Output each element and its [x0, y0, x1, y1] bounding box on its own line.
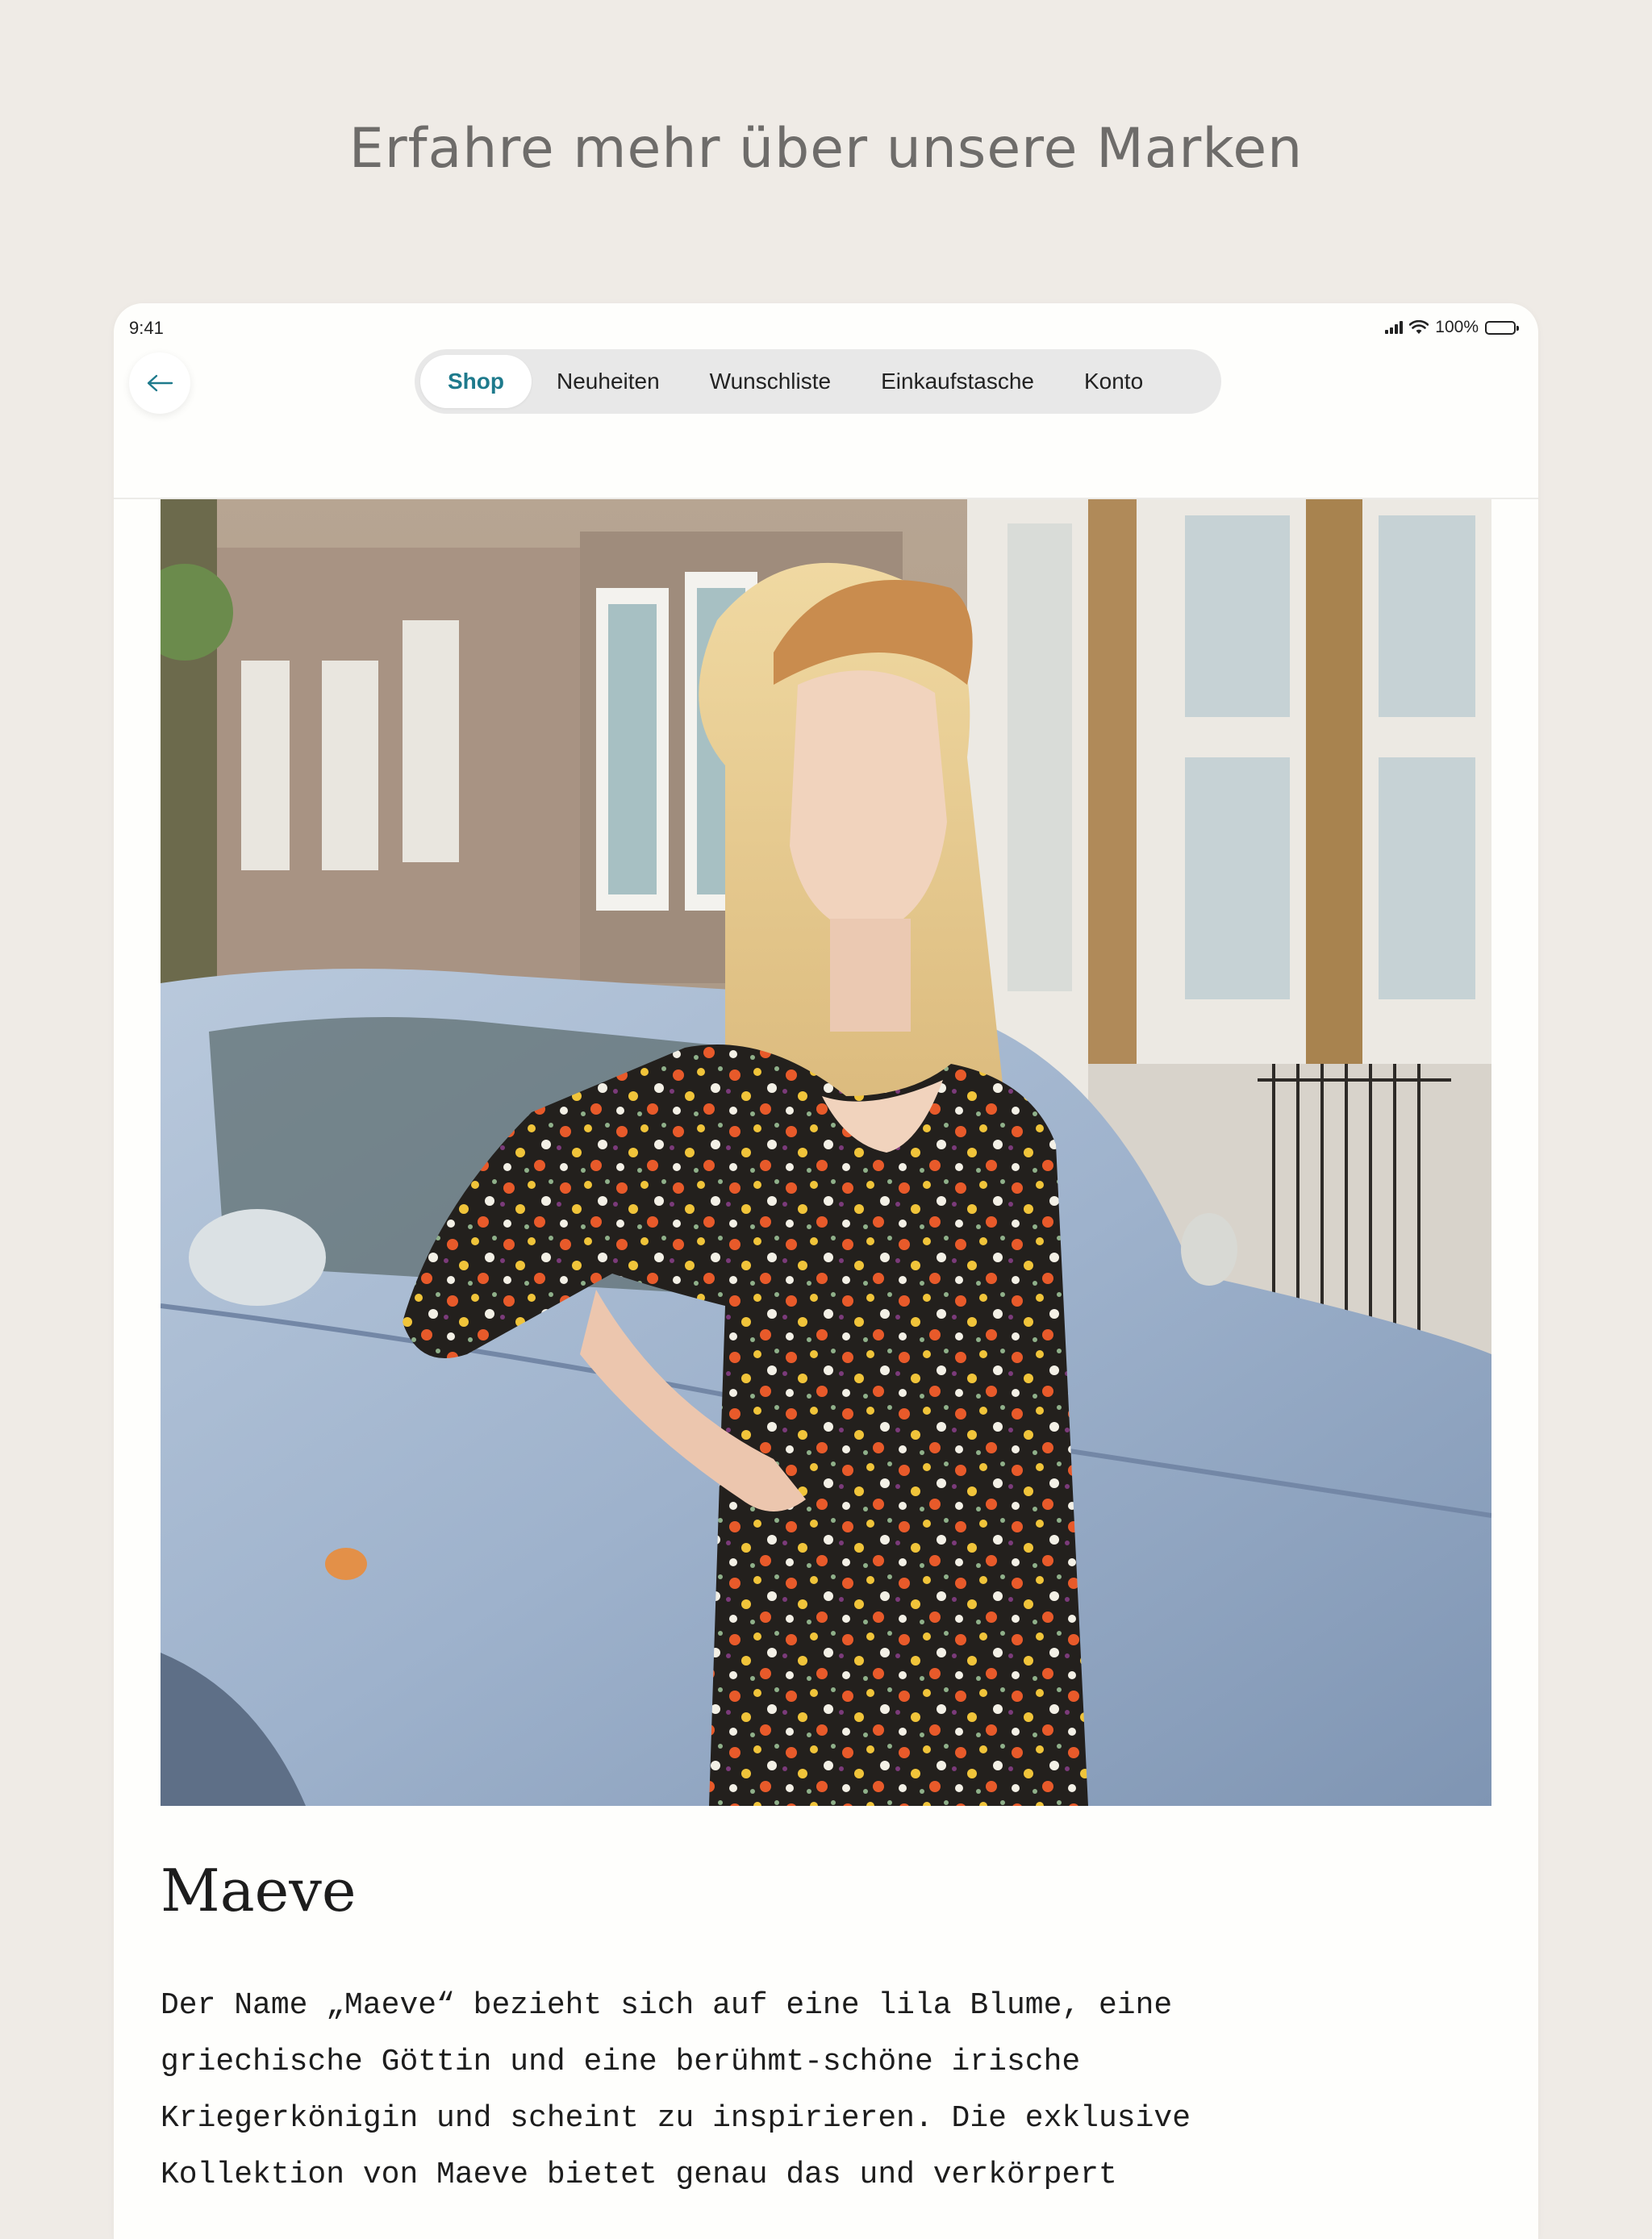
brand-title: Maeve	[161, 1857, 357, 1924]
page-headline: Erfahre mehr über unsere Marken	[348, 117, 1304, 181]
tab-konto[interactable]: Konto	[1059, 355, 1168, 408]
wifi-icon	[1409, 320, 1429, 334]
brand-hero-image	[161, 499, 1491, 1806]
tab-einkaufstasche[interactable]: Einkaufstasche	[856, 355, 1059, 408]
tab-shop[interactable]: Shop	[420, 355, 532, 408]
brand-description: Der Name „Maeve“ bezieht sich auf eine l…	[161, 1988, 1191, 2192]
cellular-signal-icon	[1385, 321, 1404, 334]
tablet-screen: 9:41 100% Shop Neuheiten Wunschliste Ein…	[114, 303, 1538, 2239]
back-button[interactable]	[129, 352, 190, 414]
arrow-left-icon	[147, 374, 173, 392]
status-time: 9:41	[129, 318, 164, 338]
battery-icon	[1485, 320, 1519, 335]
status-indicators: 100%	[1385, 318, 1519, 337]
status-bar: 9:41 100%	[114, 303, 1538, 355]
tab-bar: Shop Neuheiten Wunschliste Einkaufstasch…	[415, 349, 1221, 414]
tab-neuheiten[interactable]: Neuheiten	[532, 355, 685, 408]
battery-percentage: 100%	[1435, 318, 1479, 336]
tab-wunschliste[interactable]: Wunschliste	[685, 355, 856, 408]
hero-photo	[161, 499, 1491, 1806]
